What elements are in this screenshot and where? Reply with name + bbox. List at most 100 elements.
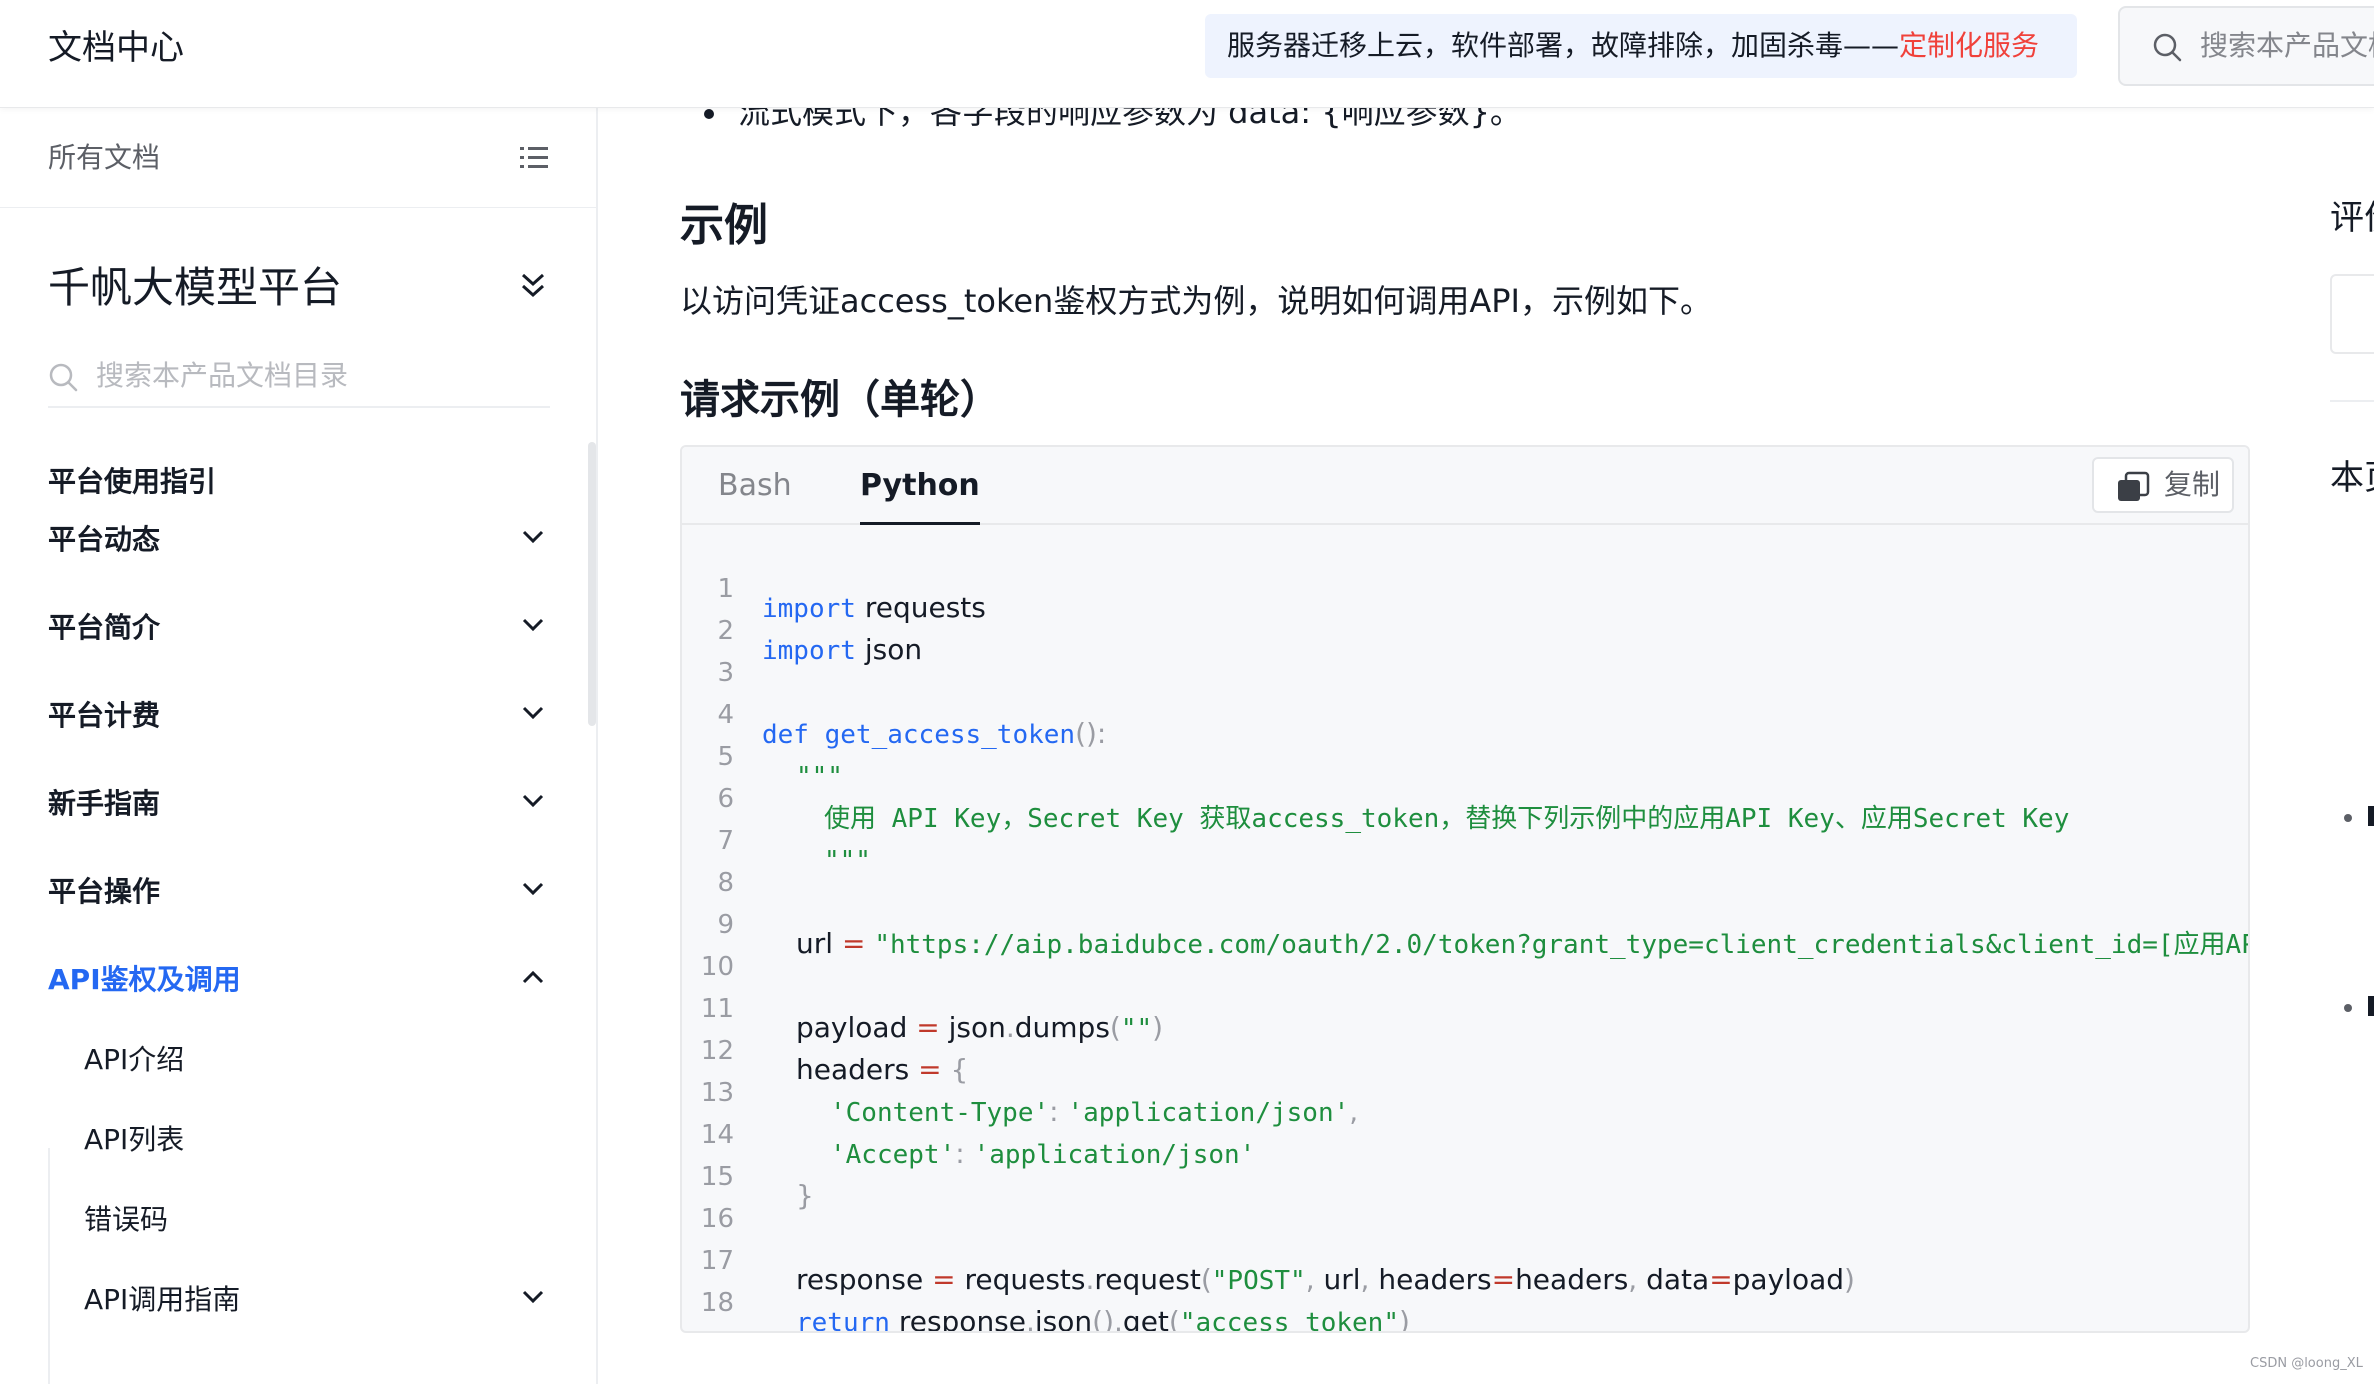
code-token: () <box>1092 1305 1115 1333</box>
code-token: response <box>889 1305 1026 1333</box>
sidebar-subitem-api-intro[interactable]: API介绍 <box>84 1030 550 1090</box>
search-placeholder: 搜索本产品文档 <box>2200 29 2374 62</box>
code-token: ( <box>1168 1305 1180 1333</box>
code-line: 16 <box>682 1179 2248 1234</box>
chevron-down-icon <box>522 618 544 632</box>
toc-bullet <box>2344 1004 2352 1012</box>
sidebar-item-platform-intro[interactable]: 平台简介 <box>48 598 550 658</box>
code-line: 2 import json <box>682 591 2248 666</box>
tab-bash[interactable]: Bash <box>718 447 792 525</box>
promo-text: 服务器迁移上云，软件部署，故障排除，加固杀毒—— <box>1227 29 1900 62</box>
code-line: 13 'Content-Type': 'application/json', <box>682 1053 2248 1128</box>
sidebar-subitem-label: API调用指南 <box>84 1283 241 1316</box>
code-line: 5 """ <box>682 717 2248 792</box>
sidebar-item-label: 新手指南 <box>48 787 161 820</box>
sidebar-scrollbar[interactable] <box>588 442 596 726</box>
copy-icon <box>2118 471 2150 501</box>
search-icon <box>2153 33 2182 62</box>
evaluation-box[interactable] <box>2330 274 2374 354</box>
code-line: 4 def get_access_token(): <box>682 675 2248 750</box>
tab-python[interactable]: Python <box>860 447 980 525</box>
sidebar-item-label: API鉴权及调用 <box>48 963 241 996</box>
code-line: 1 import requests <box>682 549 2248 624</box>
all-docs-bar[interactable]: 所有文档 <box>0 108 596 208</box>
code-line: 17 response = requests.request("POST", u… <box>682 1221 2248 1296</box>
sidebar-search-placeholder: 搜索本产品文档目录 <box>96 359 349 392</box>
doc-content: 流式模式下，各字段的响应参数为 data: {响应参数}。 示例 以访问凭证ac… <box>600 108 2260 1384</box>
code-line: 9 url = "https://aip.baidubce.com/oauth/… <box>682 885 2248 960</box>
code-line: 8 <box>682 843 2248 898</box>
code-line: 7 """ <box>682 801 2248 876</box>
top-header: 文档中心 服务器迁移上云，软件部署，故障排除，加固杀毒——定制化服务 搜索本产品… <box>0 0 2374 108</box>
doc-center-logo[interactable]: 文档中心 <box>48 24 184 72</box>
sidebar-item-beginner-guide[interactable]: 新手指南 <box>48 774 550 834</box>
global-search-input[interactable]: 搜索本产品文档 <box>2118 6 2374 86</box>
code-line: 6 使用 API Key，Secret Key 获取access_token，替… <box>682 759 2248 834</box>
code-line: 12 headers = { <box>682 1011 2248 1086</box>
code-token: return <box>796 1308 890 1333</box>
bullet-dot <box>704 109 714 119</box>
watermark: CSDN @loong_XL <box>2250 1356 2363 1371</box>
search-icon <box>49 363 78 392</box>
double-chevron-down-icon[interactable] <box>520 272 546 300</box>
chevron-up-icon <box>522 970 544 984</box>
section-heading-request-example: 请求示例（单轮） <box>680 377 1000 423</box>
copy-label: 复制 <box>2164 468 2221 501</box>
code-text: return response.json().get("access_token… <box>796 1301 1410 1333</box>
product-title[interactable]: 千帆大模型平台 <box>48 258 342 318</box>
sidebar-item-api-auth[interactable]: API鉴权及调用 <box>48 950 550 1010</box>
sidebar-item-label: 平台计费 <box>48 699 161 732</box>
sidebar-item-label: 平台动态 <box>48 523 161 556</box>
sidebar-subitem-api-list[interactable]: API列表 <box>84 1110 550 1170</box>
code-line: 11 payload = json.dumps("") <box>682 969 2248 1044</box>
list-item: 流式模式下，各字段的响应参数为 data: {响应参数}。 <box>704 108 1522 134</box>
code-area[interactable]: 1 import requests 2 import json 3 4 def … <box>682 527 2248 1331</box>
submenu-rail <box>48 1148 50 1384</box>
divider <box>2330 400 2374 402</box>
menu-list-icon[interactable] <box>520 146 548 170</box>
chevron-down-icon <box>522 530 544 544</box>
sidebar-item-label: 平台简介 <box>48 611 161 644</box>
line-number: 18 <box>700 1288 734 1318</box>
sidebar-item-label: 平台使用指引 <box>48 465 217 498</box>
sidebar-subitem-api-call-guide[interactable]: API调用指南 <box>84 1270 550 1330</box>
code-block: Bash Python 复制 1 import requests 2 impor… <box>680 445 2250 1333</box>
sidebar-search-input[interactable]: 搜索本产品文档目录 <box>48 348 550 408</box>
code-line: 10 <box>682 927 2248 982</box>
toc-bullet <box>2344 814 2352 822</box>
bullet-text: 流式模式下，各字段的响应参数为 data: {响应参数}。 <box>738 108 1522 131</box>
code-line: 18 return response.json().get("access_to… <box>682 1263 2248 1331</box>
section-paragraph: 以访问凭证access_token鉴权方式为例，说明如何调用API，示例如下。 <box>680 282 1712 320</box>
chevron-down-icon <box>522 794 544 808</box>
sidebar-subitem-label: API介绍 <box>84 1043 185 1076</box>
sidebar: 所有文档 千帆大模型平台 搜索本产品文档目录 平台使用指引 平台动态 平台简介 … <box>0 108 598 1384</box>
sidebar-item-usage-guide[interactable]: 平台使用指引 <box>48 452 550 512</box>
chevron-down-icon <box>522 706 544 720</box>
toc-item-fragment[interactable] <box>2368 806 2374 826</box>
sidebar-subitem-label: 错误码 <box>84 1203 169 1236</box>
promo-link[interactable]: 定制化服务 <box>1899 29 2039 62</box>
code-line: 14 'Accept': 'application/json' <box>682 1095 2248 1170</box>
copy-button[interactable]: 复制 <box>2092 457 2234 513</box>
evaluation-heading: 评价 <box>2330 198 2374 238</box>
code-token: . <box>1026 1305 1035 1333</box>
promo-banner[interactable]: 服务器迁移上云，软件部署，故障排除，加固杀毒——定制化服务 <box>1205 14 2077 78</box>
code-token: get <box>1122 1305 1169 1333</box>
sidebar-subitem-error-codes[interactable]: 错误码 <box>84 1190 550 1250</box>
code-token: . <box>1114 1305 1123 1333</box>
sidebar-item-operations[interactable]: 平台操作 <box>48 862 550 922</box>
code-tab-bar: Bash Python 复制 <box>682 447 2248 525</box>
toc-item-fragment[interactable] <box>2368 996 2374 1016</box>
toc-heading: 本页 <box>2330 458 2374 498</box>
code-line: 3 <box>682 633 2248 688</box>
section-heading-example: 示例 <box>680 200 768 251</box>
all-docs-label: 所有文档 <box>48 141 161 174</box>
sidebar-item-billing[interactable]: 平台计费 <box>48 686 550 746</box>
right-rail: 评价 本页 <box>2310 108 2374 1384</box>
chevron-down-icon <box>522 1290 544 1304</box>
code-token: json <box>1034 1305 1093 1333</box>
sidebar-item-platform-news[interactable]: 平台动态 <box>48 510 550 570</box>
code-token: ) <box>1399 1305 1410 1333</box>
chevron-down-icon <box>522 882 544 896</box>
sidebar-subitem-label: API列表 <box>84 1123 185 1156</box>
